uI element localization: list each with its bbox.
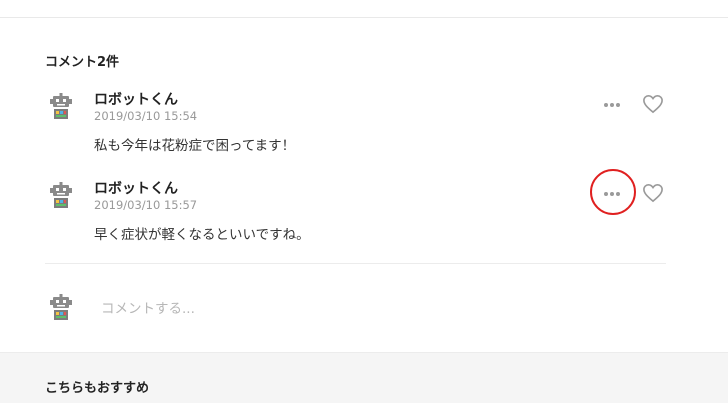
comment-author[interactable]: ロボットくん [94,178,178,198]
comment-form [45,292,675,324]
comment-time: 2019/03/10 15:57 [94,198,198,212]
comment-item: ロボットくん 2019/03/10 15:57 早く症状が軽くなるといいですね。 [45,178,675,248]
comment-body: 早く症状が軽くなるといいですね。 [94,227,310,243]
robot-avatar-icon[interactable] [49,182,73,210]
comment-author[interactable]: ロボットくん [94,89,178,109]
comment-input[interactable] [99,296,503,322]
comments-divider [45,263,666,264]
more-options-icon[interactable] [602,97,622,111]
comments-title: コメント2件 [45,55,120,70]
heart-icon[interactable] [642,94,664,114]
recommend-section: こちらもおすすめ [0,352,728,403]
robot-avatar-icon[interactable] [49,93,73,121]
comment-item: ロボットくん 2019/03/10 15:54 私も今年は花粉症で困ってます！ [45,89,675,159]
robot-avatar-icon [50,294,72,320]
top-divider [0,17,728,18]
highlight-circle [590,169,636,215]
heart-icon[interactable] [642,183,664,203]
comment-body: 私も今年は花粉症で困ってます！ [94,138,296,154]
comment-time: 2019/03/10 15:54 [94,109,198,123]
recommend-title: こちらもおすすめ [45,381,150,396]
